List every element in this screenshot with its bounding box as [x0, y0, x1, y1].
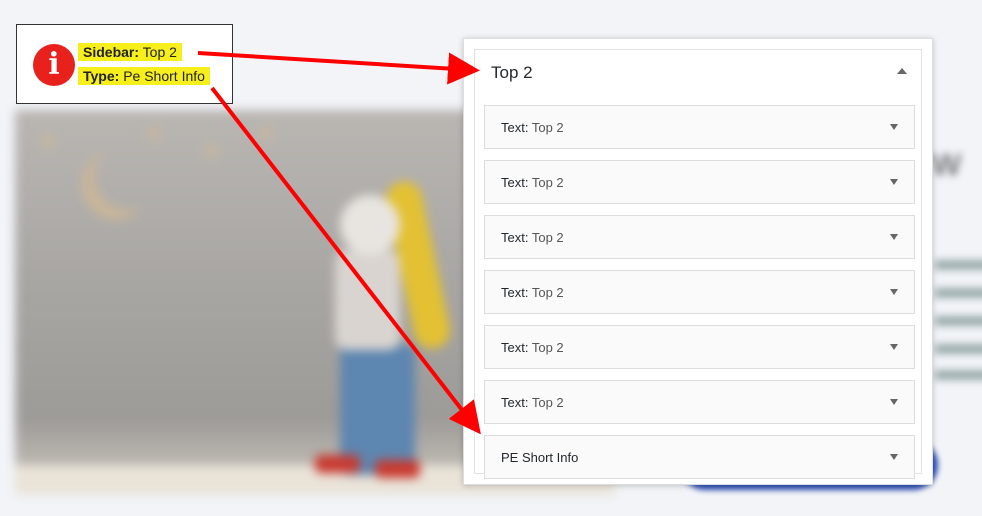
widget-title: PE Short Info — [501, 450, 579, 465]
sidebar-area: Top 2 Text: Top 2 Text: Top 2 Text: Top … — [474, 49, 922, 479]
widget-title: Text: Top 2 — [501, 395, 564, 410]
background-text-line — [935, 370, 982, 380]
widget-item[interactable]: Text: Top 2 — [484, 160, 915, 204]
annotation-sidebar: Sidebar: Top 2 — [78, 43, 182, 61]
widget-item[interactable]: Text: Top 2 — [484, 325, 915, 369]
widget-title: Text: Top 2 — [501, 285, 564, 300]
widget-title: Text: Top 2 — [501, 230, 564, 245]
annotation-sidebar-value: Top 2 — [142, 44, 177, 60]
annotation-type: Type: Pe Short Info — [78, 67, 210, 85]
sidebar-widget-panel: Top 2 Text: Top 2 Text: Top 2 Text: Top … — [463, 38, 933, 485]
chevron-down-icon[interactable] — [890, 399, 898, 405]
background-text-line — [935, 288, 982, 298]
background-heading: w — [932, 140, 961, 184]
widget-title: Text: Top 2 — [501, 340, 564, 355]
sidebar-title: Top 2 — [491, 63, 533, 82]
sidebar-header[interactable]: Top 2 — [475, 50, 921, 94]
widget-item[interactable]: Text: Top 2 — [484, 380, 915, 424]
annotation-sidebar-label: Sidebar: — [83, 44, 140, 60]
background-text-line — [935, 316, 982, 326]
chevron-down-icon[interactable] — [890, 454, 898, 460]
background-text-line — [935, 344, 982, 354]
annotation-type-label: Type: — [83, 68, 120, 84]
widget-item[interactable]: Text: Top 2 — [484, 105, 915, 149]
chevron-down-icon[interactable] — [890, 234, 898, 240]
chevron-up-icon[interactable] — [897, 68, 907, 74]
annotation-box: i Sidebar: Top 2 Type: Pe Short Info — [16, 24, 233, 104]
annotation-type-value: Pe Short Info — [123, 68, 205, 84]
chevron-down-icon[interactable] — [890, 344, 898, 350]
chevron-down-icon[interactable] — [890, 289, 898, 295]
widget-title: Text: Top 2 — [501, 120, 564, 135]
widget-item-pe-short-info[interactable]: PE Short Info — [484, 435, 915, 479]
chevron-down-icon[interactable] — [890, 124, 898, 130]
widget-title: Text: Top 2 — [501, 175, 564, 190]
arrow-to-sidebar — [197, 51, 480, 85]
background-text-line — [935, 260, 982, 270]
widget-item[interactable]: Text: Top 2 — [484, 215, 915, 259]
chevron-down-icon[interactable] — [890, 179, 898, 185]
info-icon: i — [33, 44, 75, 86]
widget-item[interactable]: Text: Top 2 — [484, 270, 915, 314]
